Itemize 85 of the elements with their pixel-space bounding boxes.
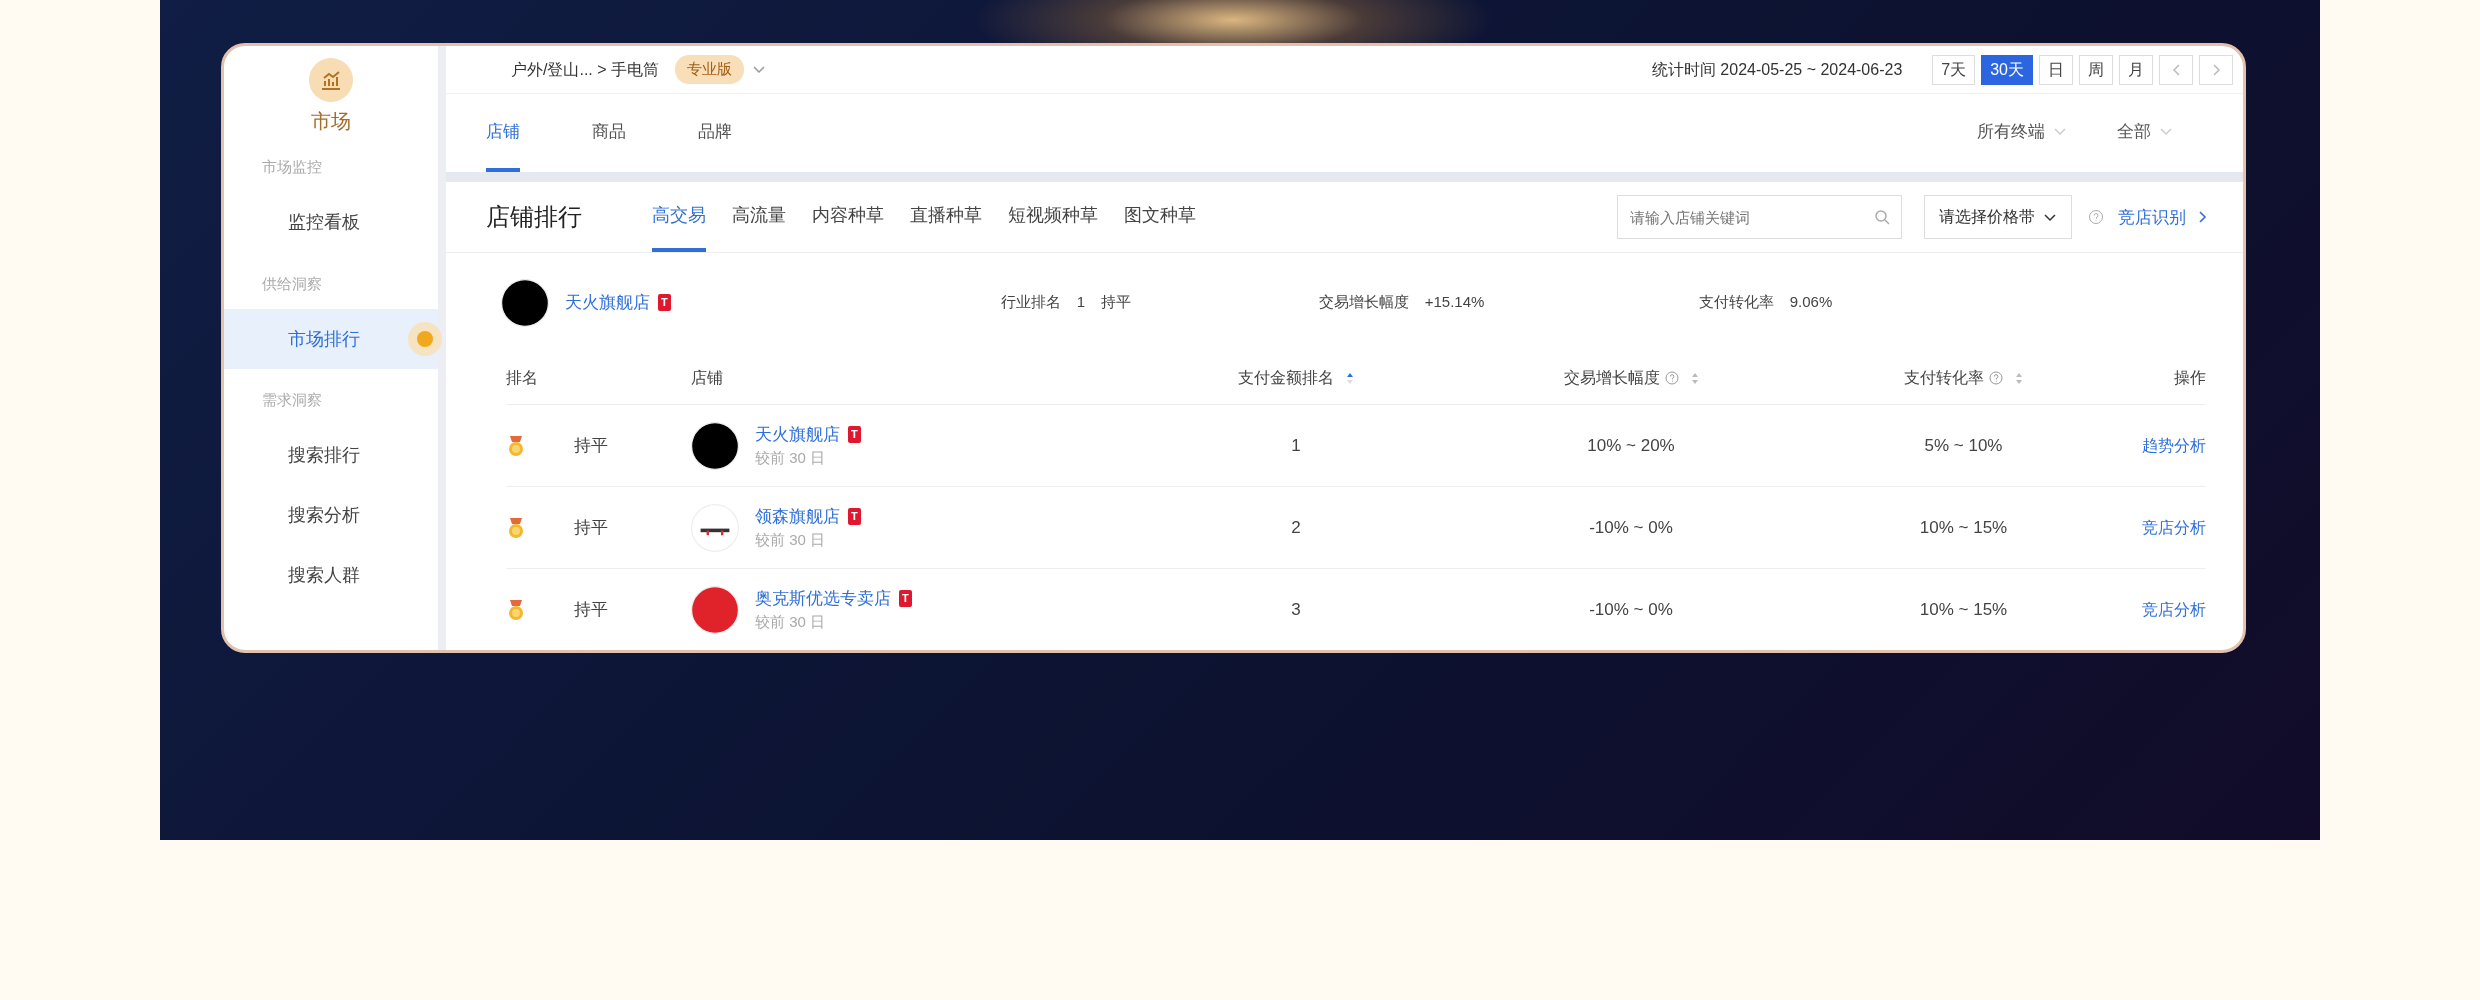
breadcrumb[interactable]: 户外/登山... > 手电筒 bbox=[511, 57, 659, 82]
chevron-right-icon bbox=[2198, 210, 2207, 225]
tmall-badge: T bbox=[899, 590, 912, 607]
period-button[interactable]: 30天 bbox=[1981, 54, 2033, 85]
stat-label: 交易增长幅度 bbox=[1318, 292, 1409, 313]
caret-icon bbox=[2043, 211, 2057, 223]
filter-dropdown[interactable]: 全部 bbox=[2117, 94, 2173, 173]
search-field[interactable]: 请输入店铺关键词 bbox=[1617, 195, 1902, 240]
caret-icon bbox=[2053, 125, 2067, 137]
period-button[interactable]: 月 bbox=[2119, 54, 2153, 85]
period-button[interactable]: 周 bbox=[2079, 54, 2113, 85]
table-cell: 10% ~ 15% bbox=[1816, 568, 2111, 650]
sub-tab[interactable]: 图文种草 bbox=[1124, 182, 1196, 253]
medal-icon bbox=[506, 435, 526, 456]
table-cell: 5% ~ 10% bbox=[1816, 404, 2111, 486]
stat-value: 1 bbox=[1076, 292, 1086, 313]
column-header: 交易增长幅度 bbox=[1563, 368, 1660, 388]
active-dot-icon bbox=[408, 322, 442, 356]
chevron-right-icon bbox=[2210, 63, 2222, 78]
comparison-note: 较前 30 日 bbox=[755, 448, 827, 468]
table-cell: 3 bbox=[1146, 568, 1446, 650]
analysis-link[interactable]: 竞店分析 bbox=[2142, 515, 2206, 540]
stat-change: 持平 bbox=[1101, 292, 1132, 313]
tmall-badge: T bbox=[658, 294, 671, 311]
price-select[interactable]: 请选择价格带 bbox=[1924, 195, 2072, 240]
comparison-note: 较前 30 日 bbox=[755, 530, 827, 550]
table-cell: -10% ~ 0% bbox=[1446, 486, 1816, 568]
market-logo-icon bbox=[319, 69, 343, 91]
medal-icon bbox=[506, 599, 526, 620]
rank-trend: 持平 bbox=[574, 434, 608, 457]
caret-icon bbox=[2159, 125, 2173, 137]
tab[interactable]: 商品 bbox=[592, 94, 626, 173]
next-button[interactable] bbox=[2199, 54, 2233, 85]
sub-tab[interactable]: 短视频种草 bbox=[1008, 182, 1098, 253]
rank-trend: 持平 bbox=[574, 598, 608, 621]
column-header: 支付金额排名 bbox=[1238, 368, 1334, 388]
sidebar-item[interactable]: 搜索分析 bbox=[224, 485, 438, 546]
medal-icon bbox=[506, 517, 526, 538]
search-icon bbox=[1874, 209, 1890, 226]
period-button[interactable]: 日 bbox=[2039, 54, 2073, 85]
competitor-link[interactable]: 竞店识别 bbox=[2118, 204, 2207, 230]
store-name[interactable]: 奥克斯优选专卖店 bbox=[755, 585, 891, 611]
sub-tab[interactable]: 高交易 bbox=[652, 182, 706, 253]
table-cell: 1 bbox=[1146, 404, 1446, 486]
sidebar-group-label: 市场监控 bbox=[261, 157, 323, 177]
tab[interactable]: 品牌 bbox=[698, 94, 732, 173]
table-cell: -10% ~ 0% bbox=[1446, 568, 1816, 650]
column-header: 支付转化率 bbox=[1904, 368, 1984, 388]
column-header: 店铺 bbox=[691, 368, 723, 388]
help-icon bbox=[2088, 209, 2104, 226]
filter-dropdown[interactable]: 所有终端 bbox=[1977, 94, 2067, 173]
tmall-badge: T bbox=[848, 508, 861, 525]
column-header: 排名 bbox=[506, 368, 538, 388]
sidebar-item[interactable]: 搜索排行 bbox=[224, 425, 438, 486]
table-cell: 2 bbox=[1146, 486, 1446, 568]
store-name[interactable]: 天火旗舰店 bbox=[755, 421, 840, 447]
sub-tab[interactable]: 内容种草 bbox=[812, 182, 884, 253]
stat-label: 行业排名 bbox=[1000, 292, 1061, 313]
store-name[interactable]: 天火旗舰店 bbox=[565, 289, 650, 316]
date-range: 统计时间 2024-05-25 ~ 2024-06-23 bbox=[1651, 59, 1903, 80]
table-cell: 10% ~ 15% bbox=[1816, 486, 2111, 568]
stat-value: +15.14% bbox=[1424, 292, 1485, 313]
stat-value: 9.06% bbox=[1789, 292, 1833, 313]
previous-button[interactable] bbox=[2159, 54, 2193, 85]
chevron-left-icon bbox=[2170, 63, 2182, 78]
period-button[interactable]: 7天 bbox=[1932, 54, 1976, 85]
sub-tab[interactable]: 高流量 bbox=[732, 182, 786, 253]
sidebar-group-label: 需求洞察 bbox=[261, 390, 323, 410]
table-cell: 10% ~ 20% bbox=[1446, 404, 1816, 486]
tmall-badge: T bbox=[848, 426, 861, 443]
sidebar-item[interactable]: 搜索人群 bbox=[224, 545, 438, 606]
column-header: 操作 bbox=[2174, 368, 2206, 388]
sub-tab[interactable]: 直播种草 bbox=[910, 182, 982, 253]
panel-title: 店铺排行 bbox=[486, 202, 582, 233]
caret-icon bbox=[752, 64, 766, 76]
comparison-note: 较前 30 日 bbox=[755, 612, 827, 632]
sidebar-item[interactable]: 监控看板 bbox=[224, 192, 438, 253]
analysis-link[interactable]: 竞店分析 bbox=[2142, 597, 2206, 622]
analysis-link[interactable]: 趋势分析 bbox=[2142, 433, 2206, 458]
sidebar-group-label: 供给洞察 bbox=[261, 273, 323, 294]
store-name[interactable]: 领森旗舰店 bbox=[755, 503, 840, 529]
edition-badge: 专业版 bbox=[675, 55, 744, 84]
sidebar-title: 市场 bbox=[310, 109, 352, 134]
rank-trend: 持平 bbox=[574, 516, 608, 539]
stat-label: 支付转化率 bbox=[1698, 292, 1774, 313]
